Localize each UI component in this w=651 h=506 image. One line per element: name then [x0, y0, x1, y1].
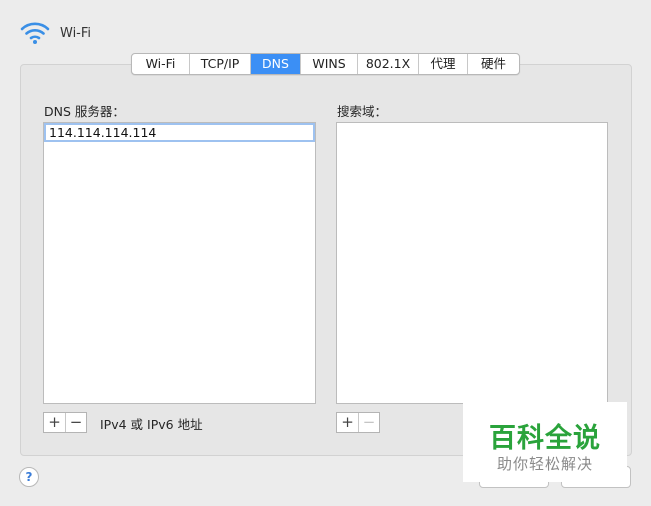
add-dns-button[interactable]: + — [44, 413, 65, 432]
tab-wins[interactable]: WINS — [301, 54, 358, 74]
dns-add-remove-group: + − — [43, 412, 87, 433]
watermark-title: 百科全说 — [489, 423, 601, 454]
network-title: Wi-Fi — [60, 25, 92, 41]
help-button[interactable]: ? — [19, 467, 39, 487]
tab-hardware[interactable]: 硬件 — [468, 54, 519, 74]
tab-dns[interactable]: DNS — [251, 54, 301, 74]
watermark-logo: 百科全说 助你轻松解决 — [463, 402, 627, 482]
tab-wifi[interactable]: Wi-Fi — [132, 54, 190, 74]
dns-servers-list[interactable]: 114.114.114.114 — [43, 122, 316, 404]
tab-tcpip[interactable]: TCP/IP — [190, 54, 251, 74]
search-domains-label: 搜索域： — [337, 104, 388, 119]
dns-server-value[interactable]: 114.114.114.114 — [49, 125, 156, 140]
dns-server-entry[interactable]: 114.114.114.114 — [44, 123, 315, 142]
dns-address-hint: IPv4 或 IPv6 地址 — [100, 417, 203, 432]
tab-8021x[interactable]: 802.1X — [358, 54, 419, 74]
watermark-subtitle: 助你轻松解决 — [496, 455, 593, 473]
remove-search-domain-button[interactable]: − — [358, 413, 379, 432]
tab-bar: Wi-Fi TCP/IP DNS WINS 802.1X 代理 硬件 — [131, 53, 520, 75]
window-title-bar: Wi-Fi — [20, 20, 91, 46]
add-search-domain-button[interactable]: + — [337, 413, 358, 432]
wifi-icon — [20, 22, 50, 44]
search-add-remove-group: + − — [336, 412, 380, 433]
remove-dns-button[interactable]: − — [65, 413, 86, 432]
dns-servers-label: DNS 服务器： — [44, 104, 125, 119]
search-domains-list[interactable] — [336, 122, 608, 404]
tab-proxy[interactable]: 代理 — [419, 54, 468, 74]
